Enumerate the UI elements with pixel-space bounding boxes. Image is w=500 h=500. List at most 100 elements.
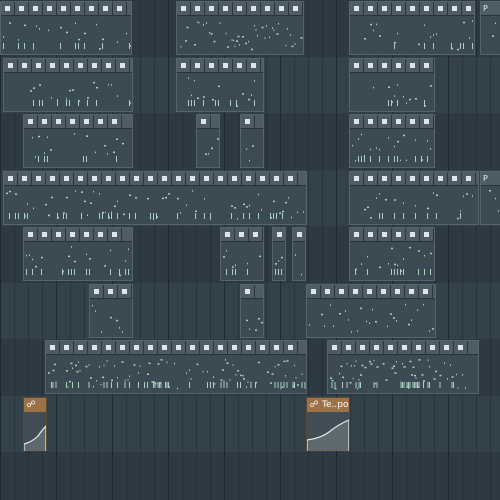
- note: [106, 382, 108, 388]
- pattern-clip[interactable]: [327, 340, 479, 394]
- clip-header-cell: [24, 115, 38, 128]
- grid-line: [140, 0, 141, 500]
- clip-notes: [355, 246, 432, 275]
- pattern-clip[interactable]: [3, 171, 307, 225]
- piano-roll-icon: [408, 288, 415, 295]
- note: [409, 98, 411, 101]
- pattern-clip[interactable]: [306, 284, 436, 338]
- pattern-clip[interactable]: [349, 114, 435, 168]
- clip-header[interactable]: [1, 2, 131, 16]
- clip-header[interactable]: [350, 115, 434, 129]
- note: [69, 380, 71, 383]
- note: [269, 36, 270, 38]
- note: [273, 200, 275, 203]
- note: [295, 254, 296, 256]
- clip-header[interactable]: [90, 285, 132, 299]
- clip-header[interactable]: [307, 285, 435, 299]
- pattern-clip[interactable]: [23, 114, 133, 168]
- note: [86, 135, 88, 137]
- clip-header-cell: [46, 172, 60, 185]
- clip-header-cell: [66, 228, 80, 241]
- clip-header[interactable]: [177, 2, 303, 16]
- pattern-clip[interactable]: [176, 1, 304, 55]
- clip-header[interactable]: [24, 115, 132, 129]
- clip-header[interactable]: [350, 59, 434, 73]
- note: [258, 193, 259, 196]
- piano-roll-icon: [395, 5, 402, 12]
- pattern-clip[interactable]: [176, 58, 264, 112]
- note: [246, 386, 247, 388]
- piano-roll-icon: [7, 62, 14, 69]
- playlist-area[interactable]: P P ☍ ☍ Te..po: [0, 0, 500, 500]
- clip-header[interactable]: [241, 115, 263, 129]
- track-lane-9[interactable]: [0, 452, 500, 500]
- clip-header[interactable]: [328, 341, 478, 355]
- clip-header[interactable]: P: [481, 2, 500, 16]
- note: [252, 145, 254, 147]
- pattern-clip[interactable]: [240, 114, 264, 168]
- pattern-clip[interactable]: [349, 227, 435, 281]
- track-lane-8[interactable]: [0, 396, 500, 454]
- automation-clip[interactable]: ☍ Te..po: [306, 397, 350, 451]
- pattern-clip[interactable]: [220, 227, 264, 281]
- note: [415, 205, 416, 207]
- pattern-clip[interactable]: [89, 284, 133, 338]
- note: [195, 210, 197, 212]
- pattern-clip[interactable]: [349, 1, 475, 55]
- pattern-clip[interactable]: [196, 114, 220, 168]
- clip-header[interactable]: [221, 228, 263, 242]
- note: [196, 363, 199, 366]
- clip-header[interactable]: [350, 172, 478, 186]
- clip-header[interactable]: [350, 2, 474, 16]
- clip-header-cell: [364, 172, 378, 185]
- clip-notes: [489, 190, 499, 212]
- clip-header-cell: [118, 285, 132, 298]
- automation-clip-header[interactable]: ☍: [24, 398, 46, 412]
- clip-header[interactable]: [197, 115, 219, 129]
- note: [95, 310, 96, 312]
- clip-header[interactable]: [46, 341, 306, 355]
- pattern-clip[interactable]: [3, 58, 133, 112]
- note: [282, 213, 283, 219]
- clip-header-cell: [293, 228, 305, 241]
- pattern-clip[interactable]: [349, 171, 479, 225]
- note: [111, 213, 112, 219]
- pattern-clip[interactable]: [45, 340, 307, 394]
- note: [397, 140, 399, 143]
- note: [261, 26, 264, 29]
- pattern-clip[interactable]: [272, 227, 286, 281]
- clip-header[interactable]: [273, 228, 285, 242]
- note: [72, 367, 73, 369]
- clip-header-cell: [221, 228, 235, 241]
- note: [41, 269, 42, 275]
- clip-header[interactable]: [177, 59, 263, 73]
- note: [162, 197, 164, 200]
- pattern-clip[interactable]: P: [480, 171, 500, 225]
- pattern-clip[interactable]: [349, 58, 435, 112]
- note: [72, 89, 74, 91]
- clip-header-cell: [186, 172, 200, 185]
- clip-header[interactable]: [4, 172, 306, 186]
- note: [32, 258, 33, 261]
- clip-header-cell: [350, 228, 364, 241]
- note: [226, 250, 227, 252]
- pattern-clip[interactable]: [0, 1, 132, 55]
- automation-clip[interactable]: ☍: [23, 397, 47, 451]
- clip-header[interactable]: [4, 59, 132, 73]
- piano-roll-icon: [422, 288, 429, 295]
- note: [421, 156, 422, 162]
- pattern-clip[interactable]: [23, 227, 133, 281]
- note: [435, 370, 437, 373]
- pattern-clip[interactable]: [240, 284, 264, 338]
- clip-header[interactable]: [293, 228, 305, 242]
- note: [121, 361, 124, 363]
- pattern-clip[interactable]: [292, 227, 306, 281]
- clip-header[interactable]: P: [481, 172, 500, 186]
- automation-clip-header[interactable]: ☍ Te..po: [307, 398, 349, 412]
- note: [71, 269, 72, 275]
- note: [278, 269, 279, 275]
- clip-header[interactable]: [350, 228, 434, 242]
- clip-header[interactable]: [24, 228, 132, 242]
- pattern-clip[interactable]: P: [480, 1, 500, 55]
- clip-header[interactable]: [241, 285, 263, 299]
